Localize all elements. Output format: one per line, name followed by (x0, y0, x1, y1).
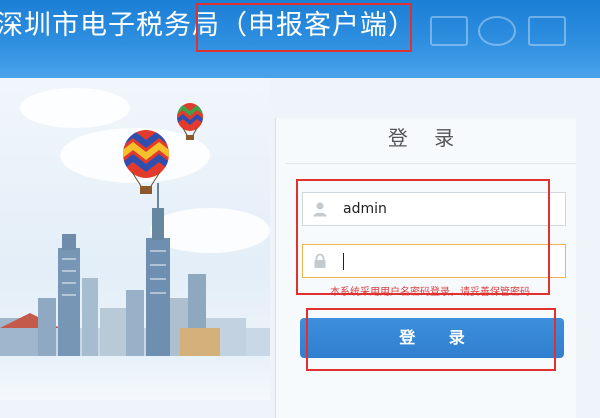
login-heading: 登 录 (387, 126, 465, 150)
banner-decoration (478, 16, 516, 46)
highlight-box-fields (296, 179, 550, 295)
water-reflection (0, 356, 270, 400)
highlight-box-title (196, 3, 412, 52)
city-skyline (0, 183, 270, 358)
cloud (20, 88, 130, 128)
highlight-box-button (306, 308, 556, 371)
city-illustration (0, 78, 270, 400)
banner-decoration (528, 16, 566, 46)
hot-air-balloon-small (177, 103, 203, 140)
divider (286, 163, 576, 164)
banner-decoration (430, 16, 468, 46)
